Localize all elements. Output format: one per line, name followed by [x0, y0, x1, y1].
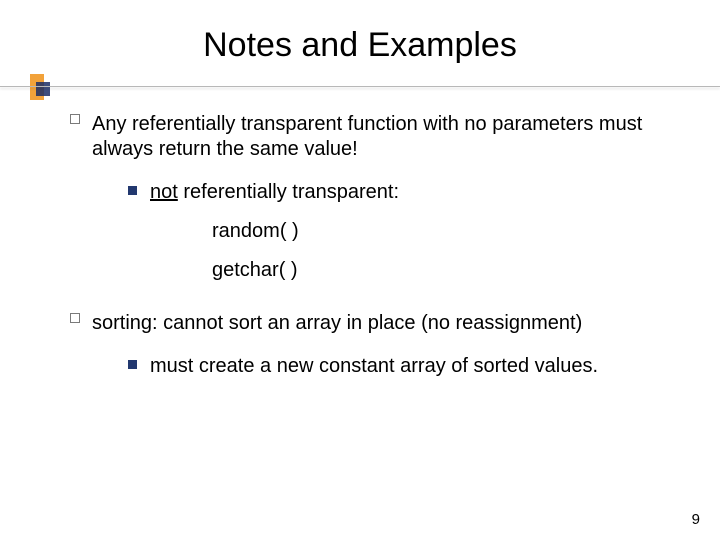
sub-bullet-1: not referentially transparent: random( )… [128, 180, 680, 283]
accent-graphic [30, 74, 58, 100]
bullet-item-2: sorting: cannot sort an array in place (… [70, 311, 680, 379]
sub-bullet-1-rest: referentially transparent: [178, 181, 399, 203]
accent-navy-square [36, 82, 50, 96]
slide-title: Notes and Examples [30, 26, 690, 65]
sub-bullet-2: must create a new constant array of sort… [128, 354, 680, 379]
sub-bullet-2-text: must create a new constant array of sort… [150, 355, 598, 377]
sub-bullet-1-underlined: not [150, 181, 178, 203]
example-2: getchar( ) [212, 258, 680, 283]
slide: Notes and Examples Any referentially tra… [0, 0, 720, 540]
bullet-item-2-text: sorting: cannot sort an array in place (… [92, 312, 582, 334]
example-1: random( ) [212, 219, 680, 244]
content-body: Any referentially transparent function w… [70, 112, 680, 393]
hollow-square-icon [70, 313, 80, 323]
filled-square-icon [128, 186, 137, 195]
page-number: 9 [692, 511, 700, 528]
bullet-item-1: Any referentially transparent function w… [70, 112, 680, 283]
title-area: Notes and Examples [0, 0, 720, 65]
bullet-item-1-text: Any referentially transparent function w… [92, 113, 642, 160]
title-underline [0, 86, 720, 87]
hollow-square-icon [70, 114, 80, 124]
filled-square-icon [128, 360, 137, 369]
